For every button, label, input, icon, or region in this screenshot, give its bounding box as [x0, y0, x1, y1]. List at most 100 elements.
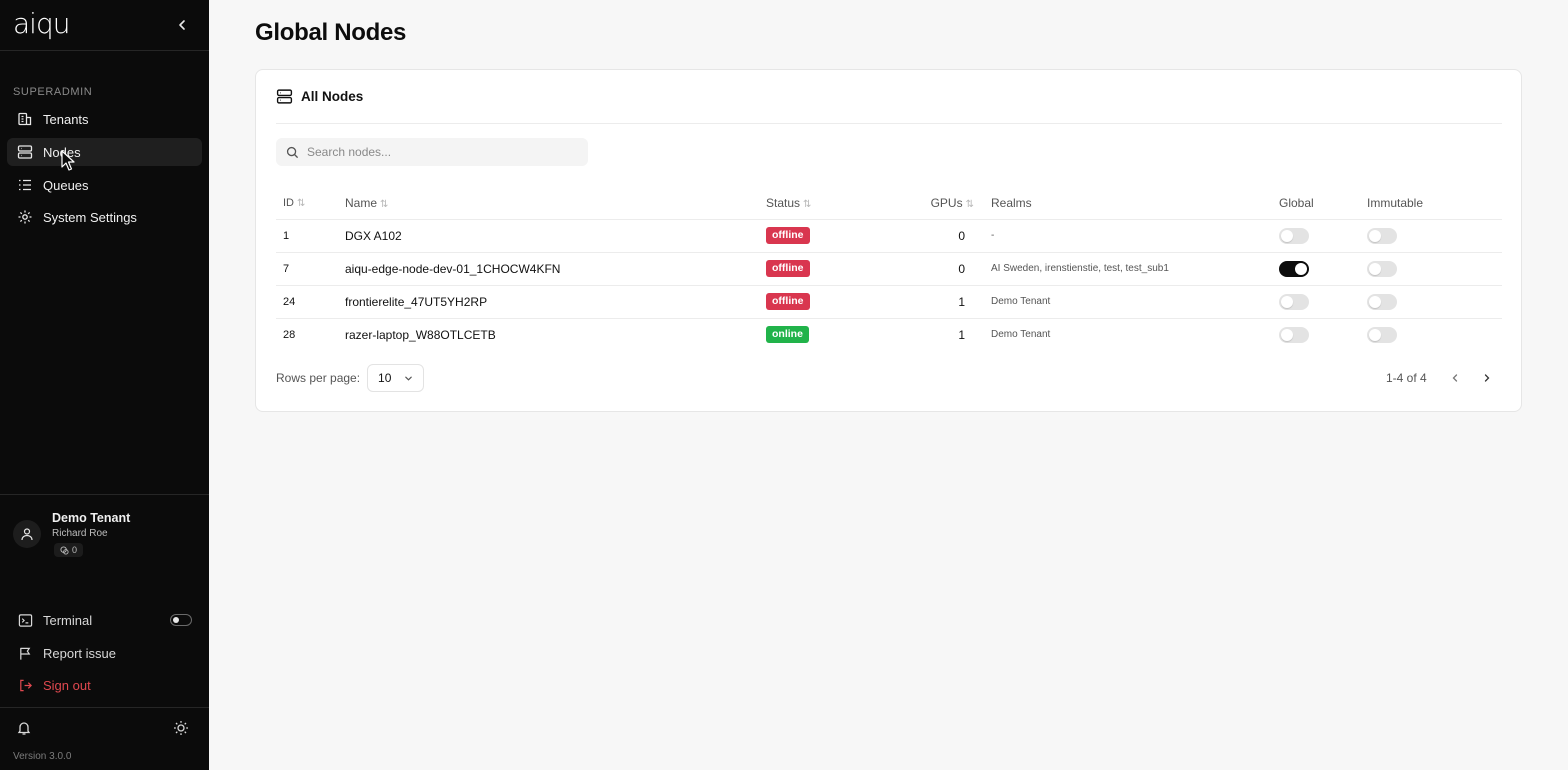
sign-out-icon: [16, 676, 34, 694]
terminal-icon: [16, 611, 34, 629]
version-label: Version 3.0.0: [13, 751, 72, 762]
sidebar-item-nodes[interactable]: Nodes: [7, 138, 202, 166]
user-name: Richard Roe: [52, 528, 108, 539]
table-row[interactable]: 28 razer-laptop_W88OTLCETB online 1 Demo…: [276, 318, 1502, 351]
status-badge: online: [766, 326, 809, 344]
sidebar-divider: [0, 494, 209, 495]
status-badge: offline: [766, 227, 810, 244]
cell-global: [1279, 252, 1367, 286]
cell-immutable: [1367, 318, 1502, 351]
cell-immutable: [1367, 219, 1502, 253]
sidebar-item-label: Tenants: [43, 111, 89, 127]
table-row[interactable]: 24 frontierelite_47UT5YH2RP offline 1 De…: [276, 285, 1502, 319]
cell-global: [1279, 285, 1367, 319]
cell-name: frontierelite_47UT5YH2RP: [345, 285, 766, 319]
column-header-global: Global: [1279, 187, 1367, 220]
table-row[interactable]: 1 DGX A102 offline 0 -: [276, 219, 1502, 253]
cell-global: [1279, 219, 1367, 253]
toggle-knob: [1369, 262, 1381, 275]
cell-status: offline: [766, 285, 891, 319]
header-label: ID: [283, 196, 294, 209]
header-label: Name: [345, 195, 378, 210]
aiqu-logo[interactable]: aiqu: [13, 7, 70, 40]
sidebar-item-label: Nodes: [43, 144, 81, 160]
search-input[interactable]: [307, 145, 577, 159]
toggle-knob: [1369, 328, 1381, 341]
next-page-button[interactable]: [1473, 365, 1501, 391]
previous-page-button[interactable]: [1441, 365, 1469, 391]
pagination-range: 1-4 of 4: [1386, 371, 1427, 385]
cell-name: aiqu-edge-node-dev-01_1CHOCW4KFN: [345, 252, 766, 286]
credits-count: 0: [72, 545, 78, 555]
cell-name: DGX A102: [345, 219, 766, 253]
status-badge: offline: [766, 293, 810, 310]
sidebar-divider: [0, 50, 209, 51]
global-toggle[interactable]: [1279, 293, 1309, 310]
sort-icon: ⇅: [803, 198, 812, 210]
immutable-toggle[interactable]: [1367, 227, 1397, 244]
column-header-realms: Realms: [978, 187, 1279, 220]
status-badge: offline: [766, 260, 810, 277]
terminal-toggle[interactable]: [170, 614, 192, 626]
sidebar: aiqu SUPERADMIN Tenants Nodes Queues Sys…: [0, 0, 209, 770]
user-profile[interactable]: Demo Tenant Richard Roe 0: [13, 508, 203, 560]
global-toggle[interactable]: [1279, 326, 1309, 343]
cell-id: 1: [276, 219, 345, 253]
cell-id: 24: [276, 285, 345, 319]
global-toggle[interactable]: [1279, 260, 1309, 277]
server-icon: [276, 89, 293, 104]
rows-per-page: Rows per page: 10: [276, 364, 425, 392]
server-icon: [16, 143, 34, 161]
cell-gpus: 1: [958, 327, 965, 342]
card-header: All Nodes: [276, 88, 363, 105]
rows-per-page-value: 10: [378, 371, 392, 385]
column-header-id[interactable]: ID ⇅: [276, 187, 345, 220]
sun-icon[interactable]: [173, 720, 191, 738]
cell-realms: Demo Tenant: [978, 285, 1279, 319]
report-issue-label: Report issue: [43, 645, 116, 661]
card-title: All Nodes: [301, 89, 364, 104]
user-tenant: Demo Tenant: [52, 511, 131, 525]
sidebar-item-system-settings[interactable]: System Settings: [7, 203, 202, 231]
column-header-gpus[interactable]: GPUs ⇅: [891, 187, 978, 220]
header-label: Status: [766, 195, 801, 210]
column-header-status[interactable]: Status ⇅: [766, 187, 891, 220]
cell-immutable: [1367, 252, 1502, 286]
report-issue-item[interactable]: Report issue: [7, 639, 202, 667]
page-title: Global Nodes: [255, 19, 407, 46]
user-icon: [21, 528, 33, 541]
global-toggle[interactable]: [1279, 227, 1309, 244]
collapse-sidebar-button[interactable]: [172, 15, 192, 35]
credits-badge: 0: [54, 543, 84, 557]
header-label: Global: [1279, 195, 1314, 210]
column-header-immutable: Immutable: [1367, 187, 1502, 220]
cell-gpus: 0: [891, 219, 978, 253]
column-header-name[interactable]: Name ⇅: [345, 187, 766, 220]
logo-text: aiqu: [13, 7, 70, 40]
cell-gpus: 0: [891, 252, 978, 286]
immutable-toggle[interactable]: [1367, 260, 1397, 277]
coins-icon: [60, 545, 69, 555]
immutable-toggle[interactable]: [1367, 326, 1397, 343]
flag-icon: [16, 644, 34, 662]
terminal-label: Terminal: [43, 612, 93, 628]
bell-icon[interactable]: [16, 720, 34, 738]
sidebar-item-queues[interactable]: Queues: [7, 171, 202, 199]
cell-gpus: 1: [891, 285, 978, 319]
rows-per-page-label: Rows per page:: [276, 371, 361, 385]
rows-per-page-select[interactable]: 10: [367, 364, 425, 392]
search-box[interactable]: [276, 138, 588, 166]
sign-out-label: Sign out: [43, 677, 91, 693]
immutable-toggle[interactable]: [1367, 293, 1397, 310]
cell-realms: Demo Tenant: [991, 329, 1051, 341]
sign-out-item[interactable]: Sign out: [7, 671, 202, 699]
sidebar-item-tenants[interactable]: Tenants: [7, 105, 202, 133]
cell-status: online: [766, 318, 891, 351]
cell-realms: AI Sweden, irenstienstie, test, test_sub…: [978, 252, 1279, 286]
building-icon: [16, 110, 34, 128]
nodes-table: ID ⇅ Name ⇅ Status ⇅ GPUs ⇅ Realms Global Im…: [276, 187, 1502, 351]
chevron-down-icon: [405, 376, 412, 381]
table-row[interactable]: 7 aiqu-edge-node-dev-01_1CHOCW4KFN offli…: [276, 252, 1502, 286]
cell-global: [1279, 318, 1367, 351]
cell-name: razer-laptop_W88OTLCETB: [345, 327, 496, 342]
